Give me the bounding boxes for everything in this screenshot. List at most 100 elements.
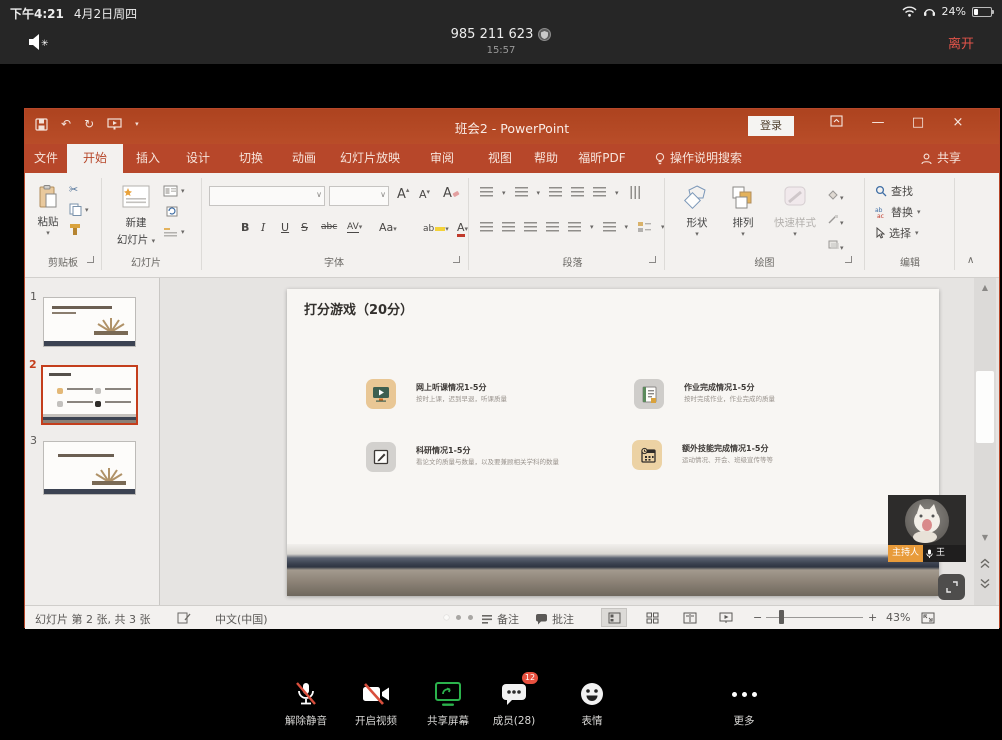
shape-effects-button[interactable]: ▾ <box>827 235 844 254</box>
reset-slide-icon[interactable] <box>165 205 179 218</box>
slide-layout-icon[interactable] <box>163 185 178 197</box>
next-slide-icon[interactable] <box>979 578 991 589</box>
tab-slideshow[interactable]: 幻灯片放映 <box>331 144 409 173</box>
columns-caret-icon[interactable]: ▾ <box>590 223 594 231</box>
change-case-button[interactable]: Aa▾ <box>379 221 397 234</box>
increase-indent-icon[interactable] <box>571 187 584 198</box>
numbering-icon[interactable] <box>515 187 528 198</box>
tab-animations[interactable]: 动画 <box>281 144 327 173</box>
strikethrough-button[interactable]: S <box>301 221 308 234</box>
tab-review[interactable]: 审阅 <box>419 144 465 173</box>
slideshow-view-button[interactable] <box>713 608 739 627</box>
paragraph-dialog-launcher[interactable] <box>649 256 656 263</box>
toolbar-members[interactable]: 12 成员(28) <box>482 678 546 728</box>
font-size-combobox[interactable]: ∨ <box>329 186 389 206</box>
zoom-slider-thumb[interactable] <box>779 610 784 624</box>
replace-button[interactable]: abac 替换 ▾ <box>875 204 921 220</box>
tab-view[interactable]: 视图 <box>477 144 523 173</box>
tab-transitions[interactable]: 切换 <box>228 144 274 173</box>
zoom-out-button[interactable]: − <box>753 611 762 624</box>
save-icon[interactable] <box>35 118 48 131</box>
fit-to-window-icon[interactable] <box>921 612 935 624</box>
cut-icon[interactable]: ✂ <box>69 183 78 196</box>
zoom-in-button[interactable]: + <box>868 611 877 624</box>
ribbon-display-options-icon[interactable] <box>821 115 851 131</box>
notes-toggle[interactable]: 备注 <box>481 611 519 627</box>
redo-icon[interactable]: ↻ <box>84 117 94 131</box>
toolbar-unmute[interactable]: 解除静音 <box>274 678 338 728</box>
copy-icon[interactable] <box>69 203 82 216</box>
toolbar-reactions[interactable]: 表情 <box>560 678 624 728</box>
spellcheck-icon[interactable] <box>177 612 191 624</box>
new-slide-button[interactable]: 新建 幻灯片 ▾ <box>113 184 159 247</box>
layout-caret-icon[interactable]: ▾ <box>181 187 185 195</box>
tab-design[interactable]: 设计 <box>175 144 221 173</box>
scroll-down-icon[interactable]: ▼ <box>974 533 996 542</box>
drawing-dialog-launcher[interactable] <box>845 256 852 263</box>
decrease-indent-icon[interactable] <box>549 187 562 198</box>
find-button[interactable]: 查找 <box>875 183 913 199</box>
maximize-button[interactable]: □ <box>903 115 933 130</box>
copy-caret-icon[interactable]: ▾ <box>85 206 89 214</box>
shapes-button[interactable]: 形状 ▾ <box>677 184 717 238</box>
start-slideshow-icon[interactable] <box>107 118 122 130</box>
reading-view-button[interactable] <box>677 608 703 627</box>
paste-button[interactable]: 粘贴 ▾ <box>31 185 65 237</box>
slide-sorter-view-button[interactable] <box>639 608 665 627</box>
font-name-combobox[interactable]: ∨ <box>209 186 325 206</box>
shrink-font-button[interactable]: A▾ <box>419 188 430 201</box>
tell-me-search[interactable]: 操作说明搜索 <box>655 144 742 173</box>
toolbar-share-screen[interactable]: 共享屏幕 <box>416 678 480 728</box>
qat-customize-caret-icon[interactable]: ▾ <box>135 120 139 128</box>
audio-route-speaker-icon[interactable]: ✳ <box>28 33 50 51</box>
meeting-security-icon[interactable] <box>538 28 551 41</box>
align-center-icon[interactable] <box>502 222 515 233</box>
strikethrough-abc-icon[interactable]: abc <box>321 222 337 232</box>
quick-styles-button[interactable]: 快速样式 ▾ <box>767 184 823 238</box>
tab-file[interactable]: 文件 <box>25 144 67 173</box>
minimize-button[interactable]: — <box>863 115 893 130</box>
convert-smartart-icon[interactable] <box>637 221 652 233</box>
tab-foxit-pdf[interactable]: 福昕PDF <box>571 144 633 173</box>
section-icon[interactable] <box>163 226 178 238</box>
font-dialog-launcher[interactable] <box>453 256 460 263</box>
line-spacing-icon[interactable] <box>593 187 606 198</box>
close-button[interactable]: × <box>943 115 973 130</box>
justify-icon[interactable] <box>546 222 559 233</box>
underline-button[interactable]: U <box>281 221 289 234</box>
font-color-button[interactable]: A▾ <box>457 221 468 234</box>
undo-icon[interactable]: ↶ <box>61 117 71 131</box>
numbering-caret-icon[interactable]: ▾ <box>537 189 541 197</box>
slide-thumbnail-3[interactable] <box>43 441 136 495</box>
scrollbar-thumb[interactable] <box>976 371 994 443</box>
text-direction-icon[interactable] <box>629 186 640 199</box>
align-right-icon[interactable] <box>524 222 537 233</box>
bold-button[interactable]: B <box>241 221 249 234</box>
bullets-caret-icon[interactable]: ▾ <box>502 189 506 197</box>
bullets-icon[interactable] <box>480 187 493 198</box>
share-button[interactable]: 共享 <box>921 144 961 173</box>
align-text-caret-icon[interactable]: ▾ <box>625 223 629 231</box>
grow-font-button[interactable]: A▴ <box>397 186 409 202</box>
meeting-id-row[interactable]: 985 211 623 <box>401 27 601 42</box>
align-text-icon[interactable] <box>603 222 616 233</box>
format-painter-icon[interactable] <box>69 223 82 236</box>
columns-icon[interactable] <box>568 222 581 233</box>
select-button[interactable]: 选择 ▾ <box>875 225 919 241</box>
scroll-up-icon[interactable]: ▲ <box>974 283 996 292</box>
tab-home[interactable]: 开始 <box>67 144 123 173</box>
line-spacing-caret-icon[interactable]: ▾ <box>615 189 619 197</box>
tab-insert[interactable]: 插入 <box>125 144 171 173</box>
italic-button[interactable]: I <box>261 221 265 234</box>
minimize-shared-view-button[interactable] <box>938 574 965 600</box>
shape-outline-button[interactable]: ▾ <box>827 210 844 229</box>
text-highlight-button[interactable]: ab▾ <box>423 221 449 234</box>
tab-help[interactable]: 帮助 <box>523 144 569 173</box>
toolbar-start-video[interactable]: 开启视频 <box>344 678 408 728</box>
normal-view-button[interactable] <box>601 608 627 627</box>
slide-thumbnail-2-selected[interactable] <box>41 365 138 425</box>
zoom-level[interactable]: 43% <box>886 611 910 624</box>
leave-meeting-button[interactable]: 离开 <box>948 33 974 52</box>
comments-toggle[interactable]: 批注 <box>535 611 574 627</box>
section-caret-icon[interactable]: ▾ <box>181 228 185 236</box>
